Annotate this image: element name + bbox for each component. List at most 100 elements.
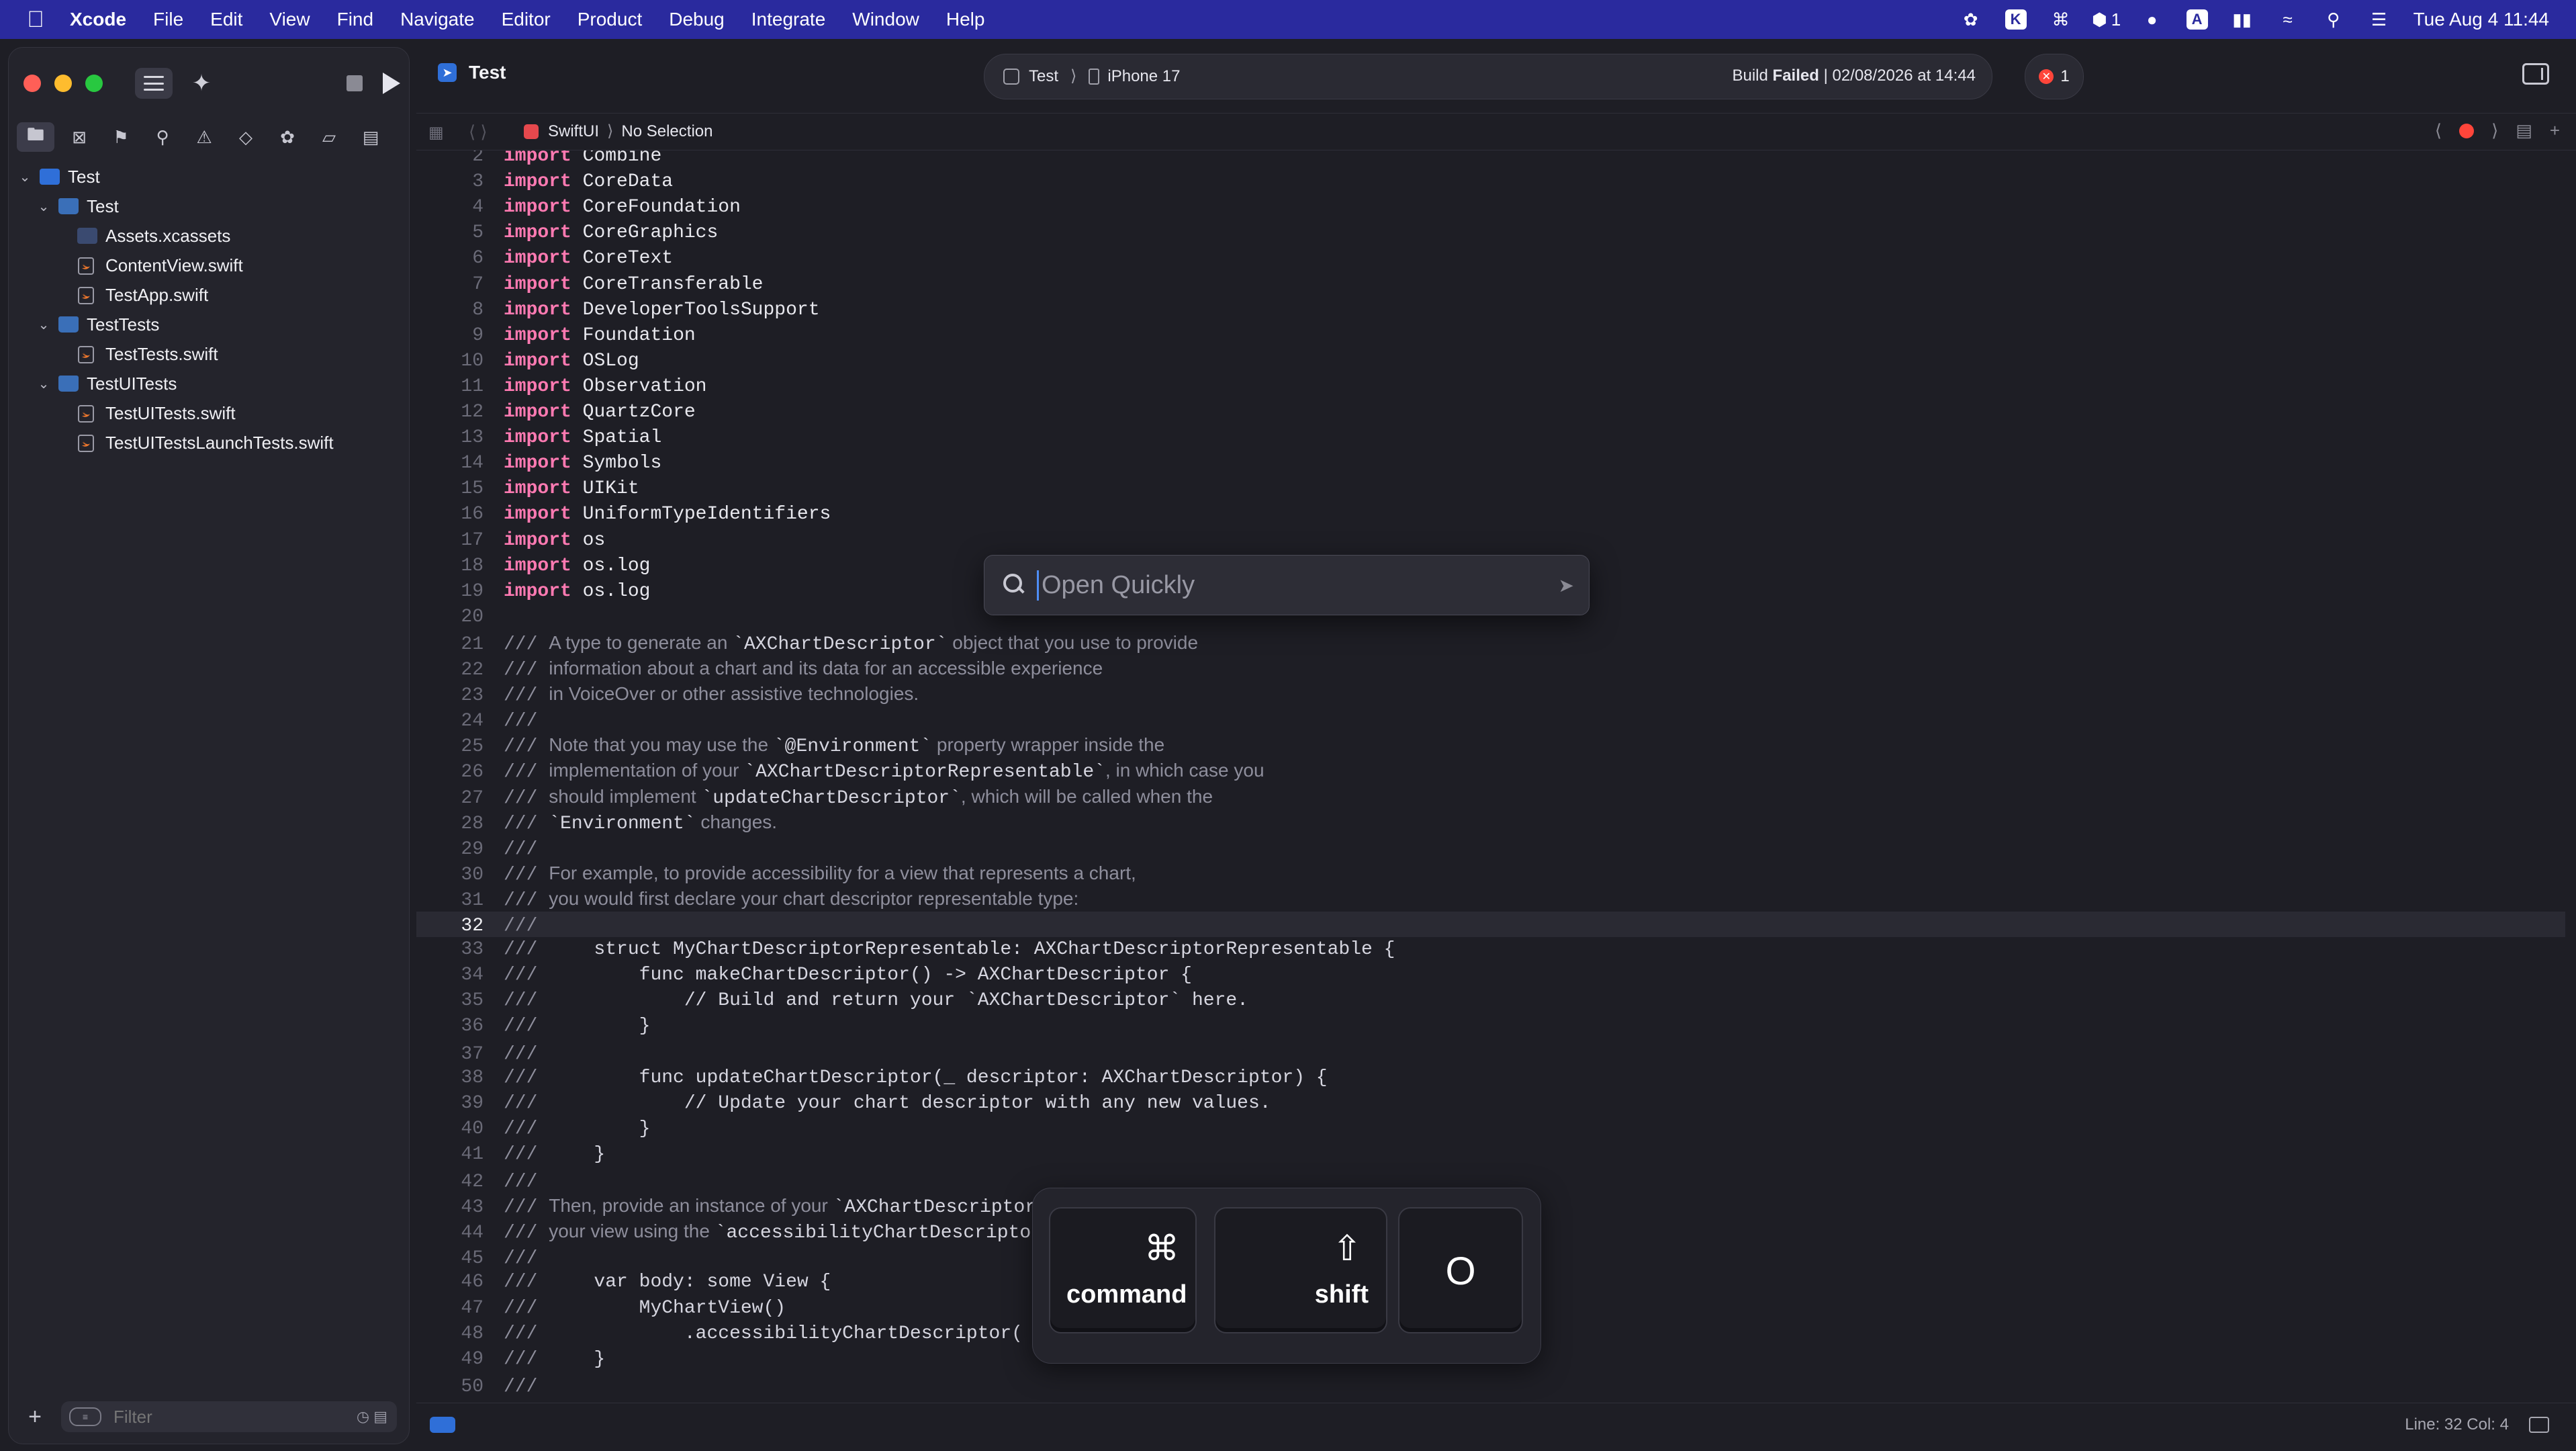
breakpoint-navigator-tag-icon[interactable]: ▱ bbox=[308, 122, 350, 152]
test-navigator-diamond-icon[interactable]: ◇ bbox=[225, 122, 267, 152]
code-line[interactable]: 16 import UniformTypeIdentifiers bbox=[416, 502, 2565, 527]
find-navigator-icon[interactable]: ⚲ bbox=[142, 122, 183, 152]
chevron-down-icon[interactable]: ⌄ bbox=[37, 316, 50, 333]
k-app-icon[interactable]: K bbox=[2005, 9, 2027, 30]
code-line[interactable]: 23/// in VoiceOver or other assistive te… bbox=[416, 681, 2565, 707]
code-line[interactable]: 2 import Combine bbox=[416, 150, 2565, 169]
debug-navigator-spray-icon[interactable]: ✿ bbox=[267, 122, 308, 152]
chatgpt-icon[interactable]: ✿ bbox=[1960, 9, 1982, 30]
code-line[interactable]: 28/// `Environment` changes. bbox=[416, 809, 2565, 835]
code-line[interactable]: 22/// information about a chart and its … bbox=[416, 656, 2565, 681]
run-destination[interactable]: iPhone 17 bbox=[1107, 67, 1180, 86]
window-zoom-button[interactable] bbox=[85, 75, 103, 92]
line-number[interactable]: 23 bbox=[416, 683, 504, 709]
code-line[interactable]: 12 import QuartzCore bbox=[416, 400, 2565, 425]
code-line[interactable]: 7 import CoreTransferable bbox=[416, 272, 2565, 298]
code-line[interactable]: 34/// func makeChartDescriptor() -> AXCh… bbox=[416, 963, 2565, 988]
line-number[interactable]: 46 bbox=[416, 1270, 504, 1295]
filter-options-icon[interactable]: ◷ ▤ bbox=[357, 1408, 387, 1425]
menu-bar-clock[interactable]: Tue Aug 4 11:44 bbox=[2413, 9, 2549, 30]
code-line[interactable]: 24/// bbox=[416, 707, 2565, 732]
line-number[interactable]: 34 bbox=[416, 963, 504, 988]
line-number[interactable]: 28 bbox=[416, 811, 504, 837]
line-number[interactable]: 15 bbox=[416, 476, 504, 502]
code-line[interactable]: 33/// struct MyChartDescriptorRepresenta… bbox=[416, 937, 2565, 963]
menu-find[interactable]: Find bbox=[337, 9, 373, 30]
line-number[interactable]: 29 bbox=[416, 837, 504, 863]
code-line[interactable]: 41/// } bbox=[416, 1142, 2565, 1168]
line-number[interactable]: 33 bbox=[416, 937, 504, 963]
user-icon[interactable]: ● bbox=[2141, 9, 2164, 30]
code-line[interactable]: 9 import Foundation bbox=[416, 323, 2565, 349]
tree-item-contentview[interactable]: ContentView.swift bbox=[9, 251, 409, 280]
line-number[interactable]: 14 bbox=[416, 451, 504, 476]
tree-item-launchtests-swift[interactable]: TestUITestsLaunchTests.swift bbox=[9, 428, 409, 457]
tree-item-group-testtests[interactable]: ⌄ TestTests bbox=[9, 310, 409, 339]
menu-editor[interactable]: Editor bbox=[502, 9, 551, 30]
line-number[interactable]: 39 bbox=[416, 1091, 504, 1116]
code-line[interactable]: 27/// should implement `updateChartDescr… bbox=[416, 784, 2565, 809]
line-number[interactable]: 4 bbox=[416, 195, 504, 220]
line-number[interactable]: 44 bbox=[416, 1221, 504, 1246]
debug-area-toggle[interactable] bbox=[430, 1417, 455, 1433]
line-number[interactable]: 49 bbox=[416, 1347, 504, 1372]
line-number[interactable]: 38 bbox=[416, 1065, 504, 1091]
scheme-selector[interactable]: Test ⟩ iPhone 17 bbox=[1003, 67, 1180, 86]
related-items-grid-icon[interactable]: ▦ bbox=[428, 123, 446, 142]
input-source-icon[interactable]: A bbox=[2186, 9, 2208, 30]
menu-app-xcode[interactable]: Xcode bbox=[70, 9, 126, 30]
code-line[interactable]: 14 import Symbols bbox=[416, 451, 2565, 476]
breadcrumb-swiftui[interactable]: SwiftUI bbox=[548, 122, 599, 141]
code-line[interactable]: 35/// // Build and return your `AXChartD… bbox=[416, 988, 2565, 1014]
battery-icon[interactable]: ▮▮ bbox=[2231, 9, 2254, 30]
scheme-name[interactable]: Test bbox=[1029, 67, 1058, 86]
code-line[interactable]: 4 import CoreFoundation bbox=[416, 195, 2565, 220]
code-line[interactable]: 39/// // Update your chart descriptor wi… bbox=[416, 1091, 2565, 1116]
next-issue-icon[interactable]: ⟩ bbox=[2491, 120, 2498, 141]
line-number[interactable]: 35 bbox=[416, 988, 504, 1014]
code-line[interactable]: 37/// bbox=[416, 1040, 2565, 1065]
chevron-down-icon[interactable]: ⌄ bbox=[18, 169, 32, 185]
line-number[interactable]: 27 bbox=[416, 786, 504, 811]
chevron-down-icon[interactable]: ⌄ bbox=[37, 198, 50, 215]
line-number[interactable]: 22 bbox=[416, 658, 504, 683]
report-navigator-icon[interactable]: ▤ bbox=[350, 122, 392, 152]
tree-item-testtests-swift[interactable]: TestTests.swift bbox=[9, 339, 409, 369]
code-line[interactable]: 50/// bbox=[416, 1372, 2565, 1398]
line-number[interactable]: 45 bbox=[416, 1246, 504, 1272]
minimap-toggle-icon[interactable] bbox=[2529, 1417, 2549, 1433]
menu-debug[interactable]: Debug bbox=[669, 9, 725, 30]
code-line[interactable]: 5 import CoreGraphics bbox=[416, 220, 2565, 246]
line-number[interactable]: 32 bbox=[416, 914, 504, 939]
navigator-toggle-button[interactable] bbox=[135, 68, 173, 99]
line-number[interactable]: 36 bbox=[416, 1014, 504, 1039]
code-line[interactable]: 6 import CoreText bbox=[416, 246, 2565, 271]
line-number[interactable]: 48 bbox=[416, 1321, 504, 1347]
tree-item-group-testuitests[interactable]: ⌄ TestUITests bbox=[9, 369, 409, 398]
stop-button[interactable] bbox=[344, 73, 365, 93]
issue-navigator-warning-icon[interactable]: ⚠ bbox=[183, 122, 225, 152]
control-center-icon[interactable]: ☰ bbox=[2368, 9, 2391, 30]
window-close-button[interactable] bbox=[24, 75, 41, 92]
code-line[interactable]: 31/// you would first declare your chart… bbox=[416, 886, 2565, 912]
code-line[interactable]: 17 import os bbox=[416, 528, 2565, 554]
code-line[interactable]: 11 import Observation bbox=[416, 374, 2565, 400]
code-line[interactable]: 30/// For example, to provide accessibil… bbox=[416, 861, 2565, 886]
source-control-navigator-icon[interactable]: ⊠ bbox=[58, 122, 100, 152]
back-forward-arrows-icon[interactable]: ⟨ ⟩ bbox=[469, 122, 488, 142]
line-number[interactable]: 25 bbox=[416, 734, 504, 760]
code-line[interactable]: 29/// bbox=[416, 835, 2565, 861]
chevron-down-icon[interactable]: ⌄ bbox=[37, 376, 50, 392]
line-number[interactable]: 43 bbox=[416, 1195, 504, 1221]
line-number[interactable]: 17 bbox=[416, 528, 504, 554]
wifi-icon[interactable]: ≈ bbox=[2276, 9, 2299, 30]
code-line[interactable]: 21/// A type to generate an `AXChartDesc… bbox=[416, 630, 2565, 656]
line-number[interactable]: 19 bbox=[416, 579, 504, 605]
line-number[interactable]: 50 bbox=[416, 1374, 504, 1400]
line-number[interactable]: 3 bbox=[416, 169, 504, 195]
code-line[interactable]: 10 import OSLog bbox=[416, 349, 2565, 374]
code-line[interactable]: 40/// } bbox=[416, 1116, 2565, 1142]
line-number[interactable]: 41 bbox=[416, 1142, 504, 1168]
project-navigator-folder-icon[interactable]: 🖿 bbox=[17, 122, 54, 152]
line-number[interactable]: 11 bbox=[416, 374, 504, 400]
